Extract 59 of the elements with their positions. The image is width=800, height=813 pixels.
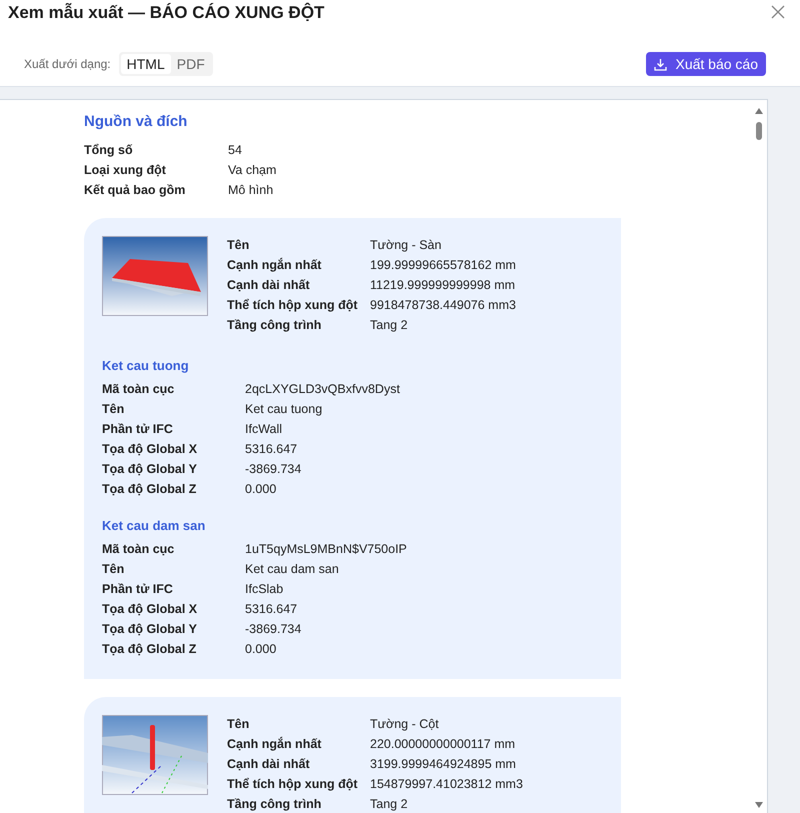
property-label: Cạnh dài nhất <box>227 277 311 294</box>
property-value: 0.000 <box>245 641 276 658</box>
property-value: Tường - Sàn <box>370 237 442 254</box>
property-value: 1uT5qyMsL9MBnN$V750oIP <box>245 541 407 558</box>
property-value: Tang 2 <box>370 317 408 334</box>
element-heading: Ket cau tuong <box>102 357 190 375</box>
property-label: Tọa độ Global Z <box>102 641 198 658</box>
property-value: Va chạm <box>228 162 276 179</box>
property-label: Tọa độ Global Y <box>102 621 198 638</box>
property-value: Mô hình <box>228 182 274 199</box>
property-value: Ket cau dam san <box>245 561 339 578</box>
property-label: Tầng công trình <box>227 796 322 813</box>
property-label: Tọa độ Global Y <box>102 461 198 478</box>
property-value: -3869.734 <box>245 461 302 478</box>
property-value: 54 <box>228 142 242 159</box>
property-value: Tang 2 <box>370 796 408 813</box>
property-value: 154879997.41023812 mm3 <box>370 776 523 793</box>
property-value: 220.00000000000117 mm <box>370 736 516 753</box>
property-label: Cạnh dài nhất <box>227 756 311 773</box>
property-value: Tường - Cột <box>370 716 439 733</box>
property-label: Tên <box>102 561 126 578</box>
element-heading: Ket cau dam san <box>102 517 206 535</box>
property-label: Loại xung đột <box>84 162 167 179</box>
section-heading: Nguồn và đích <box>84 112 188 132</box>
property-value: 9918478738.449076 mm3 <box>370 297 516 314</box>
property-label: Phần tử IFC <box>102 421 174 438</box>
property-value: 3199.9999464924895 mm <box>370 756 516 773</box>
property-label: Tên <box>102 401 126 418</box>
property-value: 11219.999999999998 mm <box>370 277 516 294</box>
format-tab[interactable]: HTML <box>120 54 171 74</box>
format-label: Xuất dưới dạng: <box>24 56 111 73</box>
property-label: Kết quả bao gồm <box>84 182 186 199</box>
property-label: Thể tích hộp xung đột <box>227 776 359 793</box>
property-value: -3869.734 <box>245 621 302 638</box>
property-value: 0.000 <box>245 481 276 498</box>
property-label: Tên <box>227 716 250 733</box>
property-label: Cạnh ngắn nhất <box>227 256 322 274</box>
property-value: 199.99999665578162 mm <box>370 257 516 274</box>
property-label: Tầng công trình <box>227 317 322 334</box>
property-value: 5316.647 <box>245 601 298 618</box>
property-label: Tên <box>227 237 250 254</box>
property-label: Thể tích hộp xung đột <box>227 297 359 314</box>
property-label: Tọa độ Global X <box>102 601 198 618</box>
property-value: Ket cau tuong <box>245 401 322 418</box>
property-value: 2qcLXYGLD3vQBxfvv8Dyst <box>245 381 400 398</box>
download-icon <box>654 58 668 70</box>
property-label: Tọa độ Global X <box>102 441 198 458</box>
export-button[interactable]: Xuất báo cáo <box>646 52 766 76</box>
dialog-title: Xem mẫu xuất — BÁO CÁO XUNG ĐỘT <box>7 2 324 24</box>
property-value: 5316.647 <box>245 441 298 458</box>
property-label: Phần tử IFC <box>102 581 174 598</box>
property-label: Cạnh ngắn nhất <box>227 736 322 753</box>
property-label: Mã toàn cục <box>102 541 176 558</box>
property-label: Tổng số <box>84 142 134 159</box>
property-label: Mã toàn cục <box>102 381 176 398</box>
property-value: IfcSlab <box>245 581 284 598</box>
format-tab[interactable]: PDF <box>170 54 211 74</box>
property-value: IfcWall <box>245 421 282 438</box>
property-label: Tọa độ Global Z <box>102 481 198 498</box>
